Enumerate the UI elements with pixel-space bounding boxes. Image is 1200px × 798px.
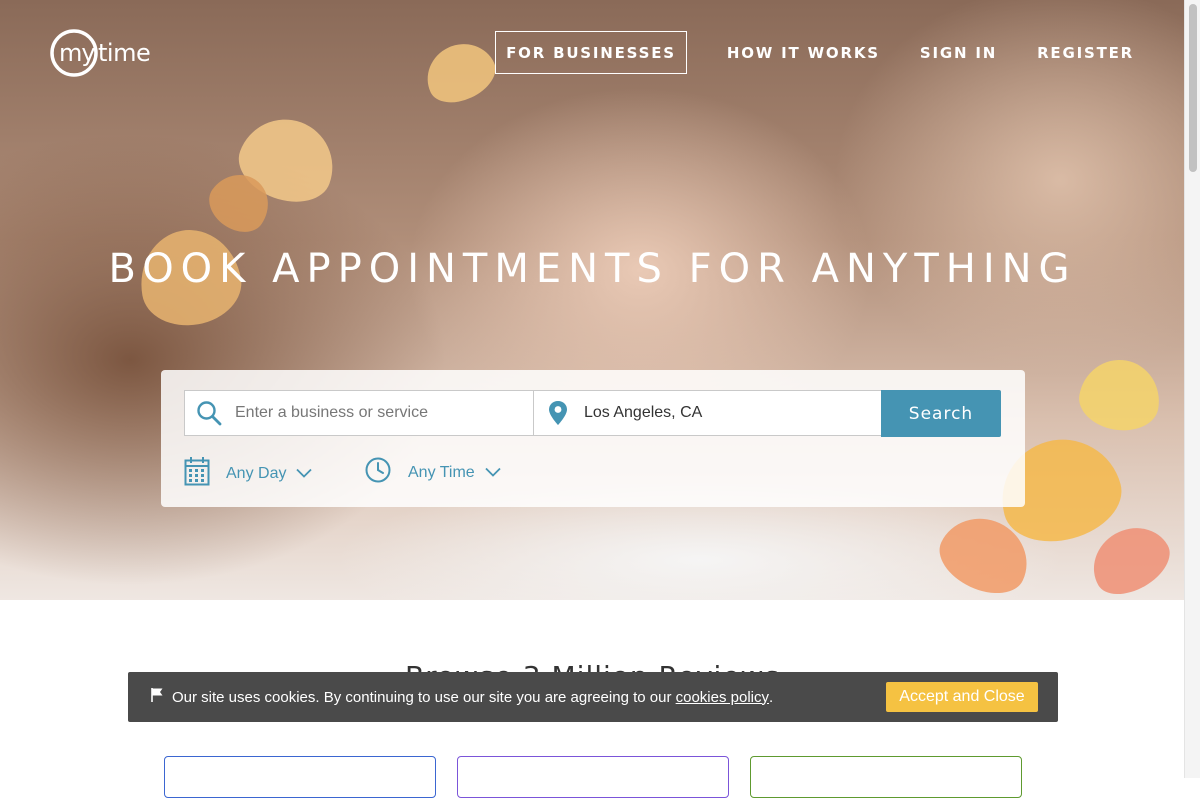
chevron-down-icon bbox=[296, 465, 313, 483]
scrollbar-thumb[interactable] bbox=[1189, 4, 1197, 172]
accept-and-close-button[interactable]: Accept and Close bbox=[886, 682, 1038, 712]
top-nav: FOR BUSINESSES HOW IT WORKS SIGN IN REGI… bbox=[495, 31, 1134, 74]
time-dropdown-label: Any Time bbox=[408, 463, 475, 481]
category-card[interactable] bbox=[457, 756, 729, 798]
cookie-banner: Our site uses cookies. By continuing to … bbox=[128, 672, 1058, 722]
clock-icon bbox=[364, 456, 392, 489]
service-search-field[interactable] bbox=[184, 390, 534, 436]
service-search-input[interactable] bbox=[233, 403, 517, 423]
mytime-logo-mark: my time bbox=[50, 29, 151, 77]
location-input[interactable] bbox=[582, 403, 866, 423]
flag-icon bbox=[150, 687, 164, 707]
hero-background bbox=[0, 0, 1185, 600]
for-businesses-link[interactable]: FOR BUSINESSES bbox=[495, 31, 687, 74]
search-button[interactable]: Search bbox=[881, 390, 1001, 437]
cookie-message: Our site uses cookies. By continuing to … bbox=[172, 688, 676, 706]
search-panel: Search Any Day Any Time bbox=[161, 370, 1025, 507]
register-link[interactable]: REGISTER bbox=[1037, 44, 1134, 62]
category-card[interactable] bbox=[750, 756, 1022, 798]
svg-text:time: time bbox=[98, 39, 150, 67]
calendar-icon bbox=[184, 456, 210, 491]
day-dropdown[interactable]: Any Day bbox=[184, 456, 313, 491]
cookies-policy-link[interactable]: cookies policy bbox=[676, 689, 769, 706]
category-card[interactable] bbox=[164, 756, 436, 798]
hero-headline: BOOK APPOINTMENTS FOR ANYTHING bbox=[108, 246, 1077, 292]
search-icon bbox=[185, 400, 233, 426]
svg-text:my: my bbox=[59, 39, 95, 67]
cookie-period: . bbox=[769, 688, 774, 706]
how-it-works-link[interactable]: HOW IT WORKS bbox=[727, 44, 880, 62]
day-dropdown-label: Any Day bbox=[226, 464, 287, 482]
sign-in-link[interactable]: SIGN IN bbox=[920, 44, 997, 62]
location-pin-icon bbox=[534, 400, 582, 426]
chevron-down-icon bbox=[485, 464, 501, 482]
mytime-logo[interactable]: my time bbox=[50, 28, 166, 78]
page-scrollbar[interactable] bbox=[1184, 0, 1200, 778]
time-dropdown[interactable]: Any Time bbox=[364, 456, 501, 489]
petal-decoration bbox=[416, 32, 504, 113]
petal-decoration bbox=[1074, 353, 1166, 437]
location-field[interactable] bbox=[533, 390, 882, 436]
